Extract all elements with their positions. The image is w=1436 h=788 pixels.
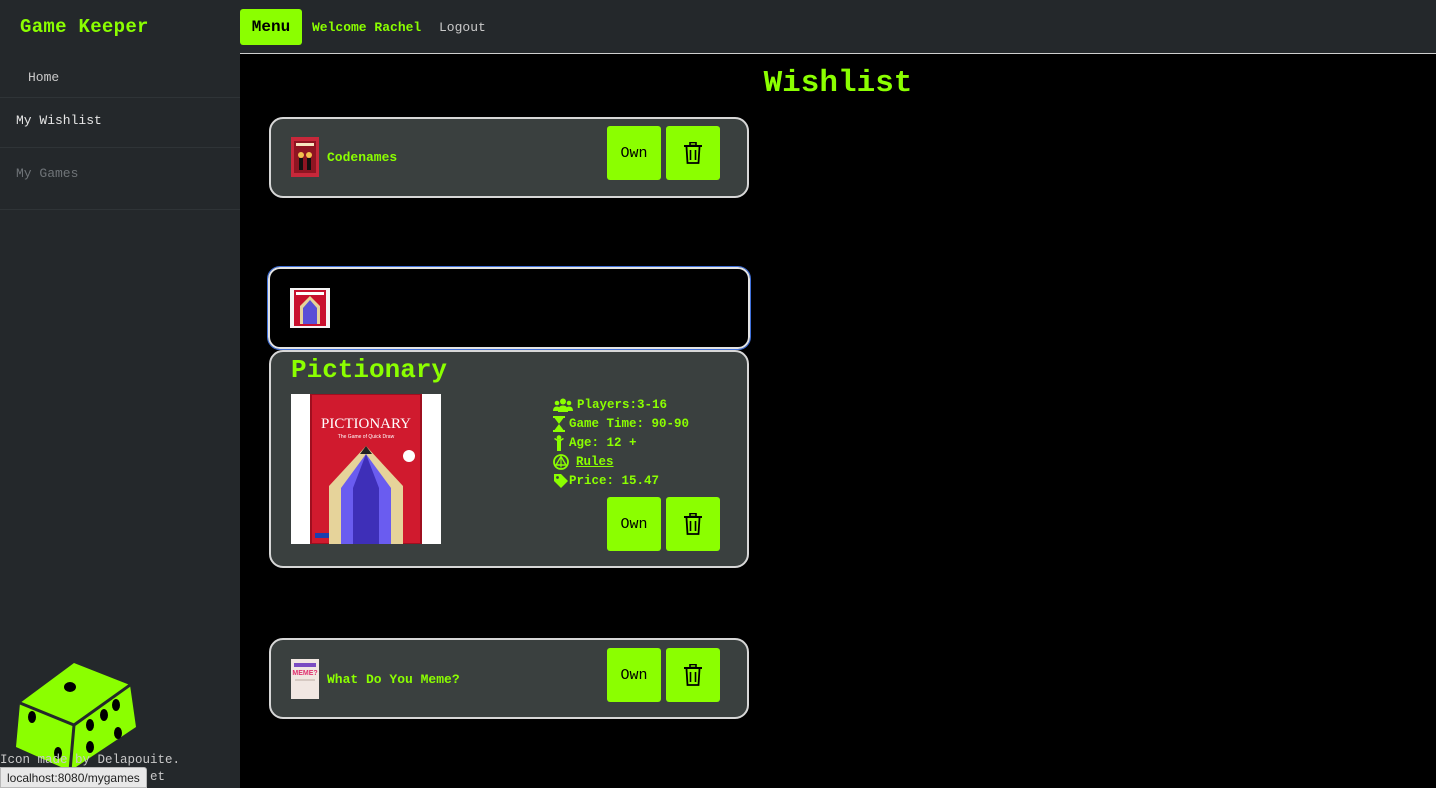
players-value: Players:3-16	[577, 397, 668, 412]
logout-link[interactable]: Logout	[439, 20, 486, 35]
svg-text:The Game of Quick Draw: The Game of Quick Draw	[338, 434, 395, 440]
price-tag-icon	[554, 473, 568, 488]
svg-text:MEME?: MEME?	[292, 670, 317, 677]
game-title: Pictionary	[291, 355, 448, 385]
rules-row: Rules	[553, 452, 689, 471]
top-navbar: Menu Welcome Rachel Logout	[240, 0, 1436, 54]
game-thumbnail	[291, 137, 319, 177]
own-button[interactable]: Own	[607, 648, 661, 702]
age-icon	[554, 434, 564, 451]
price-row: Price: 15.47	[553, 471, 689, 490]
wishlist-card-expanded[interactable]: Pictionary PICTIONARY The Game of Quick …	[269, 350, 749, 568]
app-brand[interactable]: Game Keeper	[20, 16, 149, 38]
page-title: Wishlist	[763, 66, 913, 101]
own-button[interactable]: Own	[607, 497, 661, 551]
wishlist-card[interactable]: Codenames Own	[269, 117, 749, 198]
age-value: Age: 12 +	[569, 435, 637, 450]
sidebar-item-my-games[interactable]: My Games	[0, 150, 240, 210]
sidebar-item-my-wishlist[interactable]: My Wishlist	[0, 100, 240, 148]
wishlist-card[interactable]: MEME? What Do You Meme? Own	[269, 638, 749, 719]
trash-icon	[684, 513, 702, 535]
delete-button[interactable]	[666, 126, 720, 180]
delete-button[interactable]	[666, 497, 720, 551]
game-name[interactable]: Codenames	[327, 150, 397, 165]
game-name[interactable]: What Do You Meme?	[327, 672, 460, 687]
age-row: Age: 12 +	[553, 433, 689, 452]
hourglass-icon	[553, 415, 565, 432]
game-cover: PICTIONARY The Game of Quick Draw	[291, 394, 441, 544]
trash-icon	[684, 664, 702, 686]
price-value: Price: 15.47	[569, 473, 660, 488]
game-time-row: Game Time: 90-90	[553, 414, 689, 433]
rules-icon	[553, 453, 569, 470]
sidebar-item-label: My Wishlist	[16, 113, 102, 128]
game-details: Players:3-16 Game Time: 90-90 Age: 12 +	[553, 395, 689, 490]
wishlist-card-selected[interactable]	[267, 266, 751, 350]
trash-icon	[684, 142, 702, 164]
game-time-value: Game Time: 90-90	[569, 416, 690, 431]
sidebar-item-label: My Games	[16, 166, 79, 181]
sidebar: Game Keeper Home My Wishlist My Games Ic…	[0, 0, 240, 788]
game-thumbnail: MEME?	[291, 659, 319, 699]
sidebar-item-home[interactable]: Home	[0, 58, 240, 98]
welcome-text: Welcome Rachel	[312, 20, 422, 35]
game-thumbnail	[290, 288, 330, 328]
svg-text:PICTIONARY: PICTIONARY	[321, 416, 411, 432]
players-icon	[553, 398, 573, 412]
menu-button[interactable]: Menu	[240, 9, 302, 45]
link-status-url: localhost:8080/mygames	[0, 767, 147, 788]
delete-button[interactable]	[666, 648, 720, 702]
sidebar-item-label: Home	[28, 70, 60, 85]
rules-link[interactable]: Rules	[576, 455, 614, 469]
own-button[interactable]: Own	[607, 126, 661, 180]
players-row: Players:3-16	[553, 395, 689, 414]
